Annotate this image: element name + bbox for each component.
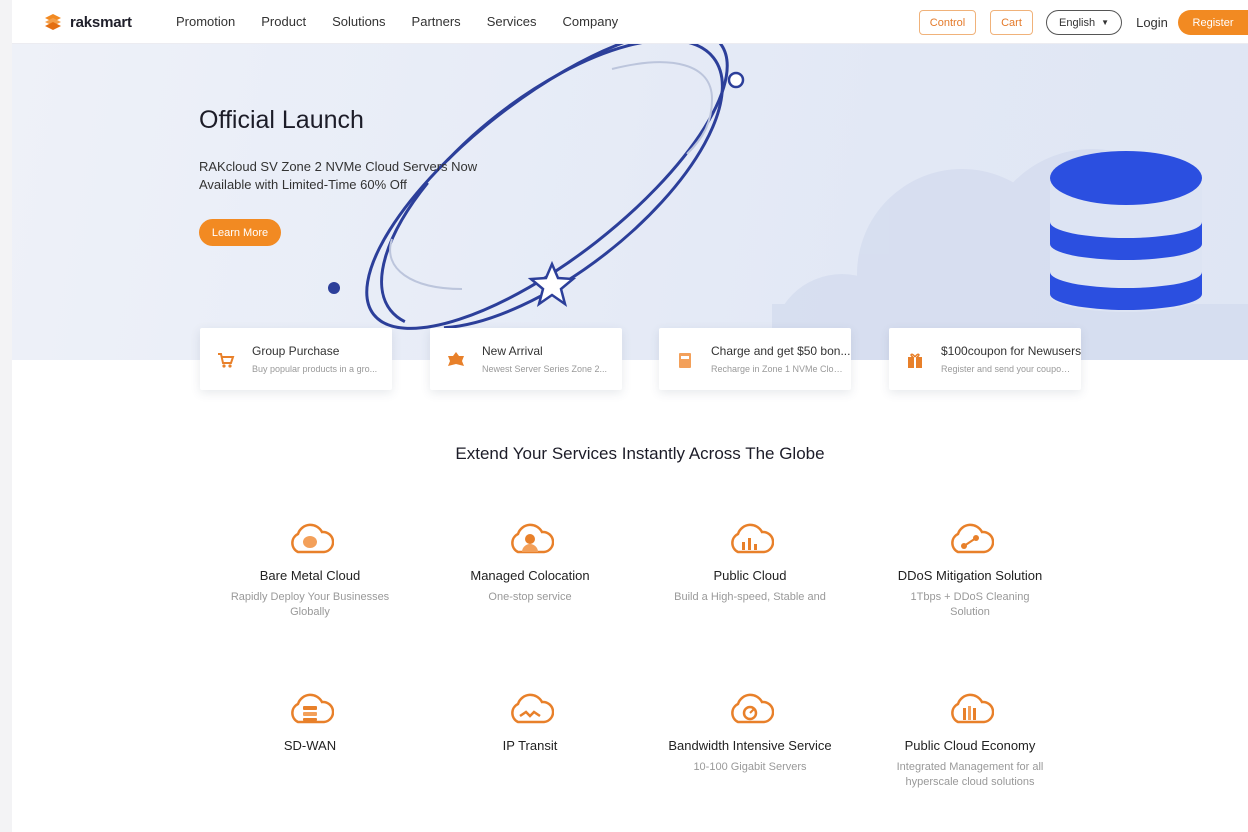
bare-metal-cloud-icon [291,523,334,554]
ip-transit-icon [511,693,554,724]
page-frame: raksmart Promotion Product Solutions Par… [12,0,1248,832]
learn-more-button[interactable]: Learn More [199,219,281,246]
promo-card-desc: Register and send your coupon... [941,364,1073,374]
logo[interactable]: raksmart [42,11,132,33]
hero-subtitle: RAKcloud SV Zone 2 NVMe Cloud Servers No… [199,158,519,194]
service-sd-wan[interactable]: SD-WAN [200,688,420,760]
hero-title: Official Launch [199,106,364,134]
service-name: Bandwidth Intensive Service [668,738,832,753]
service-name: IP Transit [502,738,558,753]
hero-subtitle-line-1: RAKcloud SV Zone 2 NVMe Cloud Servers No… [199,159,478,174]
nav-solutions[interactable]: Solutions [332,14,385,29]
orbit-node-circle [727,71,745,89]
promo-card-charge-bonus[interactable]: Charge and get $50 bon... Recharge in Zo… [659,328,851,390]
logo-text: raksmart [70,13,132,31]
promo-card-desc: Recharge in Zone 1 NVMe Cloud... [711,364,843,374]
database-icon [1050,151,1202,312]
service-name: DDoS Mitigation Solution [897,568,1043,583]
wallet-icon [679,353,691,368]
public-cloud-icon [731,523,774,554]
public-cloud-economy-icon [951,693,994,724]
service-desc: 10-100 Gigabit Servers [693,761,807,773]
service-desc: Integrated Management for all hyperscale… [896,761,1044,788]
service-ip-transit[interactable]: IP Transit [420,688,640,760]
service-desc: One-stop service [488,591,572,603]
service-public-cloud-economy[interactable]: Public Cloud Economy Integrated Manageme… [860,688,1080,790]
cart-icon [218,353,235,368]
gift-icon [908,353,922,368]
cart-button[interactable]: Cart [990,10,1033,35]
promo-card-desc: Buy popular products in a gro... [252,364,378,374]
service-public-cloud[interactable]: Public Cloud Build a High-speed, Stable … [640,518,860,605]
hero-banner: Official Launch RAKcloud SV Zone 2 NVMe … [12,44,1248,360]
nav-partners[interactable]: Partners [412,14,461,29]
promo-card-title: $100coupon for Newusers [941,344,1082,358]
bandwidth-service-icon [731,693,774,724]
nav-promotion[interactable]: Promotion [176,14,235,29]
main-nav: Promotion Product Solutions Partners Ser… [176,14,644,29]
nav-services[interactable]: Services [487,14,537,29]
service-bare-metal-cloud[interactable]: Bare Metal Cloud Rapidly Deploy Your Bus… [200,518,420,620]
service-name: Public Cloud [713,568,787,583]
nav-product[interactable]: Product [261,14,306,29]
service-bandwidth-intensive[interactable]: Bandwidth Intensive Service 10-100 Gigab… [640,688,860,775]
register-button[interactable]: Register [1178,10,1248,35]
logo-icon [45,14,61,30]
hero-illustration [328,44,1248,360]
service-managed-colocation[interactable]: Managed Colocation One-stop service [420,518,640,605]
promo-card-title: Group Purchase [252,344,340,358]
new-badge-icon [448,352,464,366]
promo-card-title: New Arrival [482,344,543,358]
sd-wan-icon [291,693,334,724]
service-name: Public Cloud Economy [904,738,1036,753]
orbit-rings [365,44,729,330]
nav-company[interactable]: Company [563,14,619,29]
service-desc: 1Tbps + DDoS Cleaning Solution [910,591,1030,618]
console-button[interactable]: Control [919,10,976,35]
service-name: Bare Metal Cloud [259,568,361,583]
promo-card-new-arrival[interactable]: New Arrival Newest Server Series Zone 2.… [430,328,622,390]
ddos-mitigation-icon [951,523,994,554]
service-desc: Rapidly Deploy Your Businesses Globally [230,591,390,618]
service-desc: Build a High-speed, Stable and [674,591,826,603]
managed-colocation-icon [511,523,554,554]
services-section-title: Extend Your Services Instantly Across Th… [455,444,825,463]
caret-down-icon: ▼ [1101,18,1109,27]
service-name: SD-WAN [283,738,337,753]
service-name: Managed Colocation [470,568,590,583]
language-select[interactable]: English ▼ [1046,10,1122,35]
promo-card-coupon[interactable]: $100coupon for Newusers Register and sen… [889,328,1081,390]
promo-card-title: Charge and get $50 bon... [711,344,851,358]
hero-subtitle-line-2: Available with Limited-Time 60% Off [199,177,407,192]
login-link[interactable]: Login [1136,10,1168,35]
promo-card-desc: Newest Server Series Zone 2... [482,364,608,374]
top-navbar: raksmart Promotion Product Solutions Par… [12,0,1248,44]
language-label: English [1059,16,1096,29]
promo-card-group-purchase[interactable]: Group Purchase Buy popular products in a… [200,328,392,390]
service-ddos-mitigation[interactable]: DDoS Mitigation Solution 1Tbps + DDoS Cl… [860,518,1080,620]
orbit-dot [328,282,340,294]
